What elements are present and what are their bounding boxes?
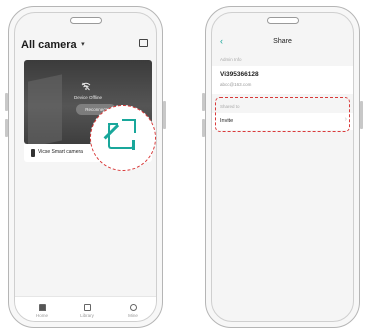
power-button bbox=[163, 101, 166, 129]
home-icon bbox=[38, 304, 46, 311]
home-header: All camera ▾ bbox=[21, 35, 150, 51]
highlight-outline bbox=[215, 97, 350, 132]
volume-button bbox=[202, 119, 205, 137]
speaker-notch bbox=[266, 17, 299, 24]
chevron-down-icon[interactable]: ▾ bbox=[81, 41, 85, 48]
page-title[interactable]: All camera bbox=[21, 39, 77, 51]
tab-mine[interactable]: Mine bbox=[113, 304, 153, 318]
camera-name: Vicse Smart camera bbox=[38, 149, 83, 155]
admin-id: Vi395366128 bbox=[220, 71, 259, 78]
admin-card: Vi395366128 abcc@163.com bbox=[212, 66, 353, 94]
tab-label: Mine bbox=[128, 313, 138, 318]
volume-button bbox=[202, 93, 205, 111]
admin-info-label: Admin Info bbox=[220, 57, 242, 62]
user-icon bbox=[129, 304, 137, 311]
camera-icon bbox=[31, 149, 35, 157]
power-button bbox=[360, 101, 363, 129]
wifi-off-icon bbox=[81, 82, 91, 93]
page-title: Share bbox=[273, 38, 292, 45]
status-text: Device Offline bbox=[74, 95, 102, 100]
volume-button bbox=[5, 93, 8, 111]
share-header: ‹ Share bbox=[212, 35, 353, 51]
share-arrow-head bbox=[122, 119, 136, 133]
tab-library[interactable]: Library bbox=[67, 304, 107, 318]
admin-email: abcc@163.com bbox=[220, 82, 252, 87]
tab-label: Home bbox=[35, 313, 48, 318]
speaker-notch bbox=[69, 17, 102, 24]
library-icon bbox=[83, 304, 91, 311]
building-image bbox=[28, 74, 62, 144]
phone-frame-right: ‹ Share Admin Info Vi395366128 abcc@163.… bbox=[202, 6, 363, 328]
phone-frame-left: All camera ▾ Device Offline Reconnect Vi… bbox=[5, 6, 166, 328]
tab-bar: Home Library Mine bbox=[15, 296, 156, 321]
volume-button bbox=[5, 119, 8, 137]
share-callout bbox=[90, 105, 156, 171]
tab-label: Library bbox=[80, 313, 94, 318]
message-icon[interactable] bbox=[139, 39, 148, 47]
screen-share: ‹ Share Admin Info Vi395366128 abcc@163.… bbox=[211, 12, 354, 322]
tab-home[interactable]: Home bbox=[22, 304, 62, 318]
